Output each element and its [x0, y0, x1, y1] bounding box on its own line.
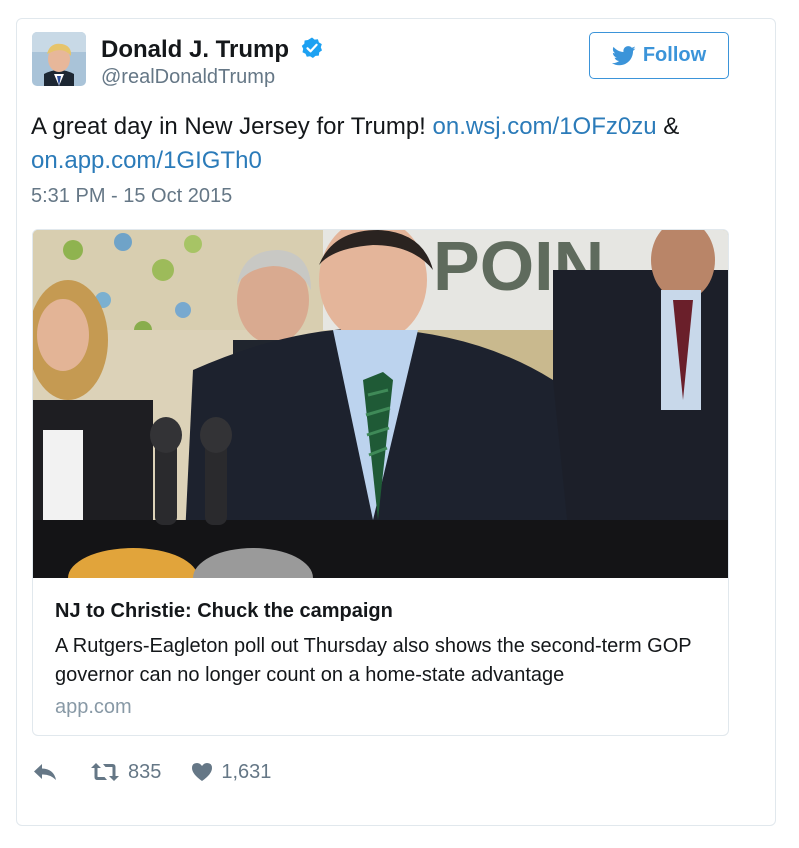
- heart-icon: [192, 763, 213, 781]
- author-handle[interactable]: @realDonaldTrump: [101, 66, 275, 89]
- card-photo: POIN: [33, 230, 728, 578]
- tweet-text-part: &: [656, 113, 680, 140]
- verified-badge-icon: [301, 37, 322, 58]
- avatar[interactable]: [32, 32, 86, 86]
- reply-icon: [34, 764, 56, 780]
- tweet-timestamp[interactable]: 5:31 PM - 15 Oct 2015: [31, 185, 232, 208]
- follow-label: Follow: [642, 44, 707, 66]
- follow-button[interactable]: Follow: [589, 32, 729, 79]
- tweet-actions: 835 1,631: [32, 756, 271, 788]
- like-button[interactable]: 1,631: [191, 761, 271, 784]
- tweet-text: A great day in New Jersey for Trump! on.…: [31, 110, 731, 178]
- retweet-count: 835: [128, 760, 162, 783]
- card-domain: app.com: [55, 696, 132, 718]
- tweet-link-app[interactable]: on.app.com/1GIGTh0: [31, 147, 262, 174]
- link-card[interactable]: POIN NJ to Christie: Chuck the campaign …: [32, 229, 729, 736]
- tweet-text-part: A great day in New Jersey for Trump!: [31, 113, 433, 140]
- retweet-icon: [91, 763, 119, 781]
- card-description: A Rutgers-Eagleton poll out Thursday als…: [55, 635, 692, 686]
- author-name[interactable]: Donald J. Trump: [101, 36, 289, 64]
- reply-button[interactable]: [32, 762, 58, 782]
- like-count: 1,631: [221, 760, 272, 783]
- twitter-bird-icon: [611, 45, 636, 65]
- tweet-link-wsj[interactable]: on.wsj.com/1OFz0zu: [433, 113, 657, 140]
- card-title: NJ to Christie: Chuck the campaign: [55, 600, 393, 622]
- retweet-button[interactable]: 835: [90, 761, 161, 784]
